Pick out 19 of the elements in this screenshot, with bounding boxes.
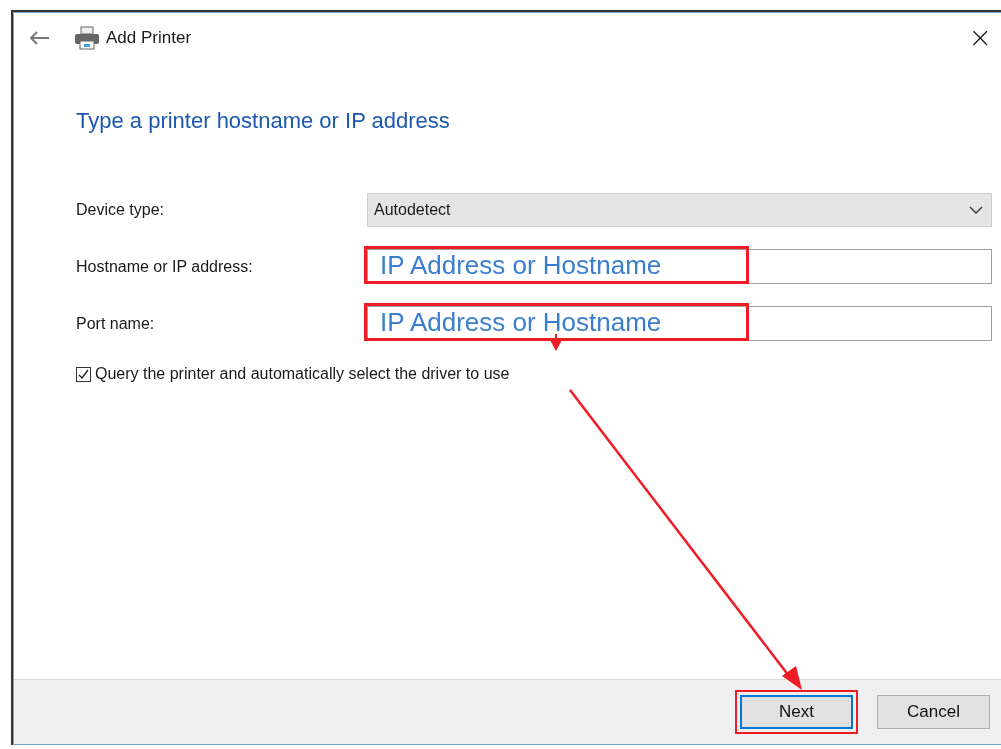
window-title: Add Printer [106,28,192,48]
close-button[interactable]: × [968,13,1001,63]
page-heading: Type a printer hostname or IP address [76,108,451,134]
field-label: Hostname or IP address: [76,257,254,276]
callout-label: IP Address or Hostname [364,246,749,284]
cancel-button[interactable]: Cancel [877,695,990,729]
field-label: Port name: [76,314,156,333]
field-label: Device type: [76,201,166,219]
annotation-arrow [550,333,562,351]
checkbox-label: Query the printer and automatically select the driver to use [95,365,510,383]
checkbox[interactable] [76,366,91,382]
chevron-down-icon [969,205,983,215]
input-field[interactable] [367,249,992,284]
printer-icon [74,26,100,50]
callout-label: IP Address or Hostname [364,303,749,341]
next-button[interactable]: Next [740,695,853,729]
input-field[interactable] [367,306,992,341]
device-type-dropdown[interactable]: Autodetect [367,193,992,227]
back-arrow-icon[interactable] [28,30,50,46]
